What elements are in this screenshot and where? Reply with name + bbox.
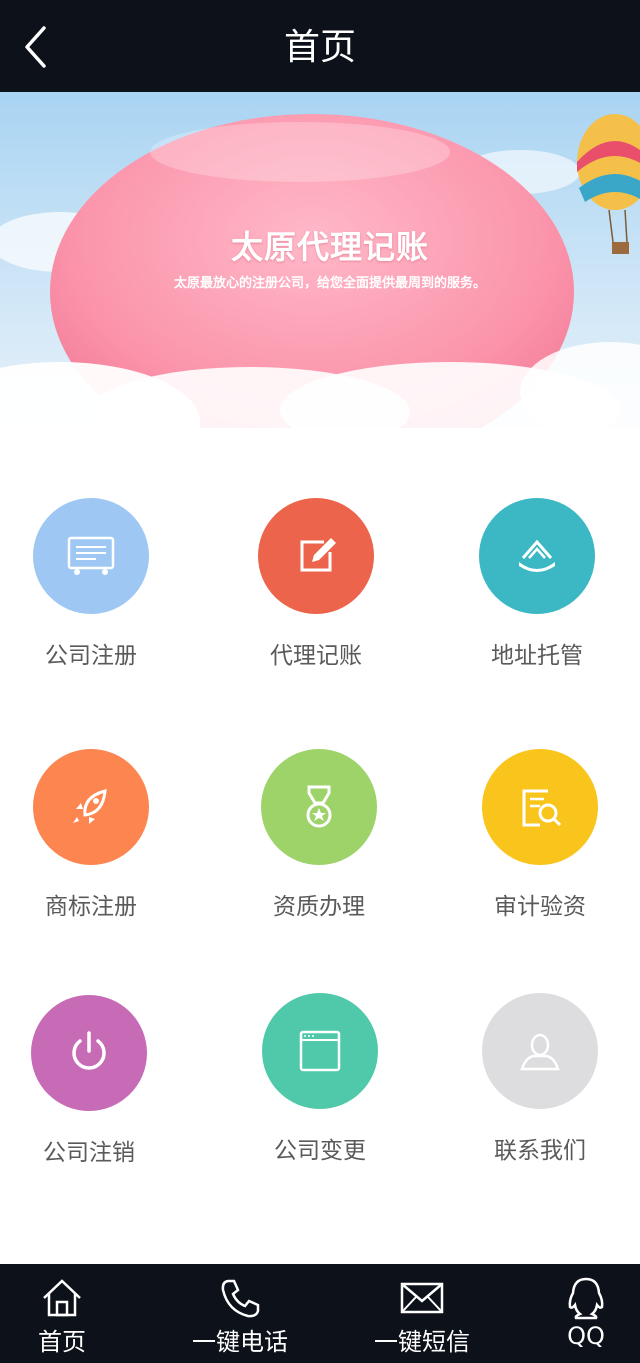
hot-air-balloon xyxy=(577,114,640,254)
building-icon xyxy=(519,539,555,572)
service-contact-us[interactable]: 联系我们 xyxy=(440,993,640,1193)
service-company-change[interactable]: 公司变更 xyxy=(220,993,420,1193)
service-audit[interactable]: 审计验资 xyxy=(440,749,640,949)
service-label: 公司注册 xyxy=(45,643,137,669)
browser-window-icon xyxy=(299,1030,341,1072)
service-label: 审计验资 xyxy=(494,894,586,920)
service-label: 资质办理 xyxy=(273,894,365,920)
nav-label: QQ xyxy=(567,1322,605,1350)
service-label: 公司注销 xyxy=(43,1140,135,1166)
power-icon xyxy=(72,1031,106,1070)
medal-icon xyxy=(306,785,332,828)
service-company-deregistration[interactable]: 公司注销 xyxy=(0,995,189,1195)
service-qualification[interactable]: 资质办理 xyxy=(219,749,419,949)
service-icon-circle xyxy=(31,995,147,1111)
service-label: 代理记账 xyxy=(270,643,362,669)
service-address-hosting[interactable]: 地址托管 xyxy=(437,498,637,698)
nav-label: 一键电话 xyxy=(192,1328,288,1356)
service-icon-circle xyxy=(258,498,374,614)
top-bar: 首页 xyxy=(0,0,640,92)
service-icon-circle xyxy=(479,498,595,614)
service-icon-circle xyxy=(261,749,377,865)
hero-banner[interactable]: 太原代理记账 太原最放心的注册公司，给您全面提供最周到的服务。 xyxy=(0,92,640,428)
service-trademark-registration[interactable]: 商标注册 xyxy=(0,749,191,949)
nav-label: 一键短信 xyxy=(374,1328,470,1356)
service-icon-circle xyxy=(262,993,378,1109)
service-icon-circle xyxy=(482,993,598,1109)
nav-label: 首页 xyxy=(38,1328,86,1356)
service-icon-circle xyxy=(482,749,598,865)
certificate-icon xyxy=(67,536,115,575)
service-label: 地址托管 xyxy=(491,643,583,669)
banner-subtitle: 太原最放心的注册公司，给您全面提供最周到的服务。 xyxy=(173,276,486,291)
nav-qq[interactable]: QQ xyxy=(506,1264,640,1363)
service-label: 商标注册 xyxy=(45,894,137,920)
service-label: 公司变更 xyxy=(274,1138,366,1164)
nav-call[interactable]: 一键电话 xyxy=(160,1264,320,1363)
edit-icon xyxy=(300,538,336,572)
mail-icon xyxy=(400,1282,444,1314)
service-icon-circle xyxy=(33,749,149,865)
page-title: 首页 xyxy=(283,27,356,68)
rocket-icon xyxy=(73,788,107,824)
service-bookkeeping[interactable]: 代理记账 xyxy=(216,498,416,698)
home-icon xyxy=(43,1279,81,1317)
service-icon-circle xyxy=(33,498,149,614)
person-icon xyxy=(520,1033,560,1071)
services-grid: 公司注册 代理记账 地址托管 商标注册 资质办理 审计验资 公司注销 公司变更 … xyxy=(0,428,640,1264)
banner-title: 太原代理记账 xyxy=(230,228,429,266)
service-label: 联系我们 xyxy=(494,1138,586,1164)
qq-icon xyxy=(568,1277,604,1320)
phone-icon xyxy=(221,1279,260,1318)
nav-sms[interactable]: 一键短信 xyxy=(342,1264,502,1363)
service-company-registration[interactable]: 公司注册 xyxy=(0,498,191,698)
nav-home[interactable]: 首页 xyxy=(0,1264,142,1363)
document-search-icon xyxy=(522,789,562,827)
bottom-nav: 首页 一键电话 一键短信 QQ xyxy=(0,1264,640,1363)
